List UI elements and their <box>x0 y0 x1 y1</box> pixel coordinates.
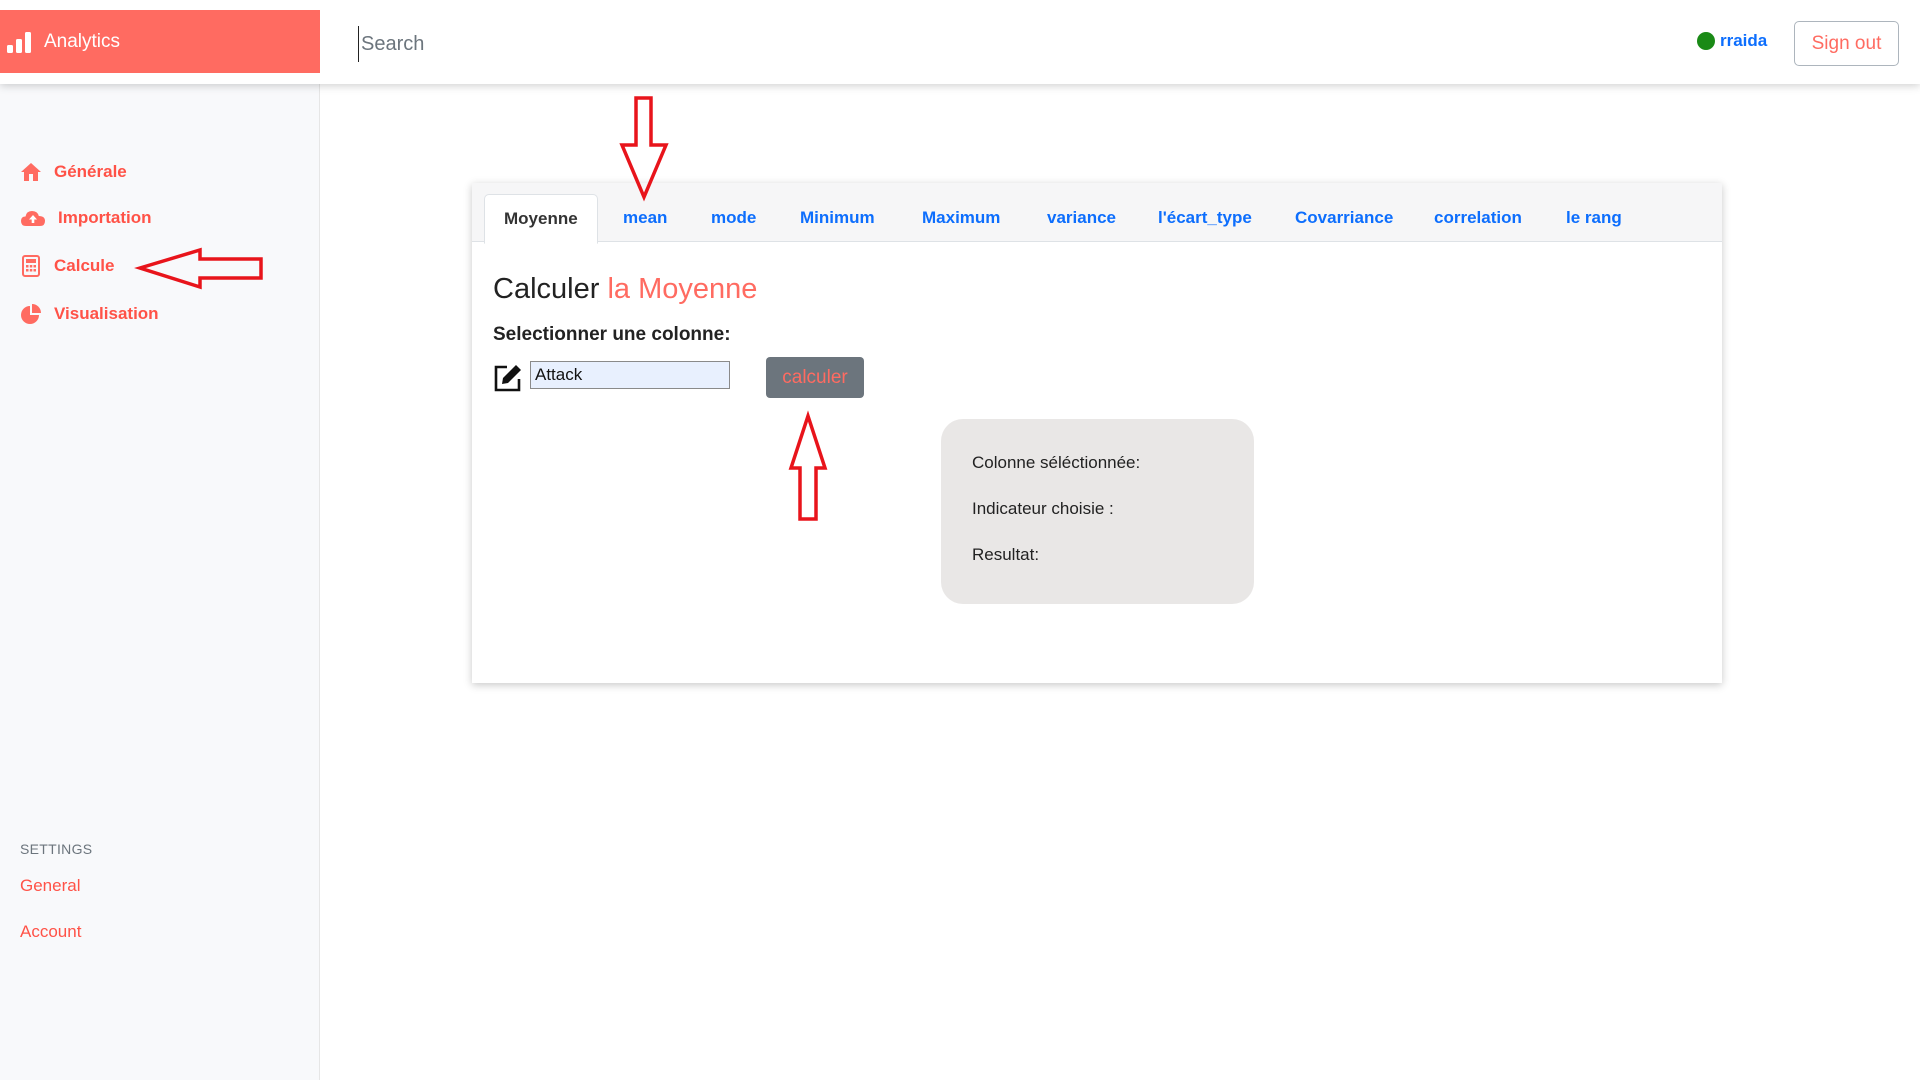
tab-mean[interactable]: mean <box>623 194 667 241</box>
tab-variance[interactable]: variance <box>1047 194 1116 241</box>
sidebar-item-visualisation[interactable]: Visualisation <box>20 303 159 325</box>
result-panel: Colonne séléctionnée: Indicateur choisie… <box>941 419 1254 604</box>
result-value-label: Resultat: <box>972 545 1040 564</box>
tab-minimum[interactable]: Minimum <box>800 194 875 241</box>
column-select-label: Selectionner une colonne: <box>493 324 731 345</box>
sidebar-item-label: Générale <box>54 162 127 181</box>
calculate-button[interactable]: calculer <box>766 357 864 398</box>
bar-chart-icon <box>6 30 32 54</box>
page-title: Calculer la Moyenne <box>493 273 757 306</box>
brand-title: Analytics <box>44 30 121 52</box>
search-input[interactable] <box>358 26 963 62</box>
sidebar-item-generale[interactable]: Générale <box>20 162 127 182</box>
home-icon <box>20 162 42 182</box>
tab-bar: Moyenne mean mode Minimum Maximum varian… <box>472 183 1722 244</box>
sidebar: Générale Importation Calcule Visualisati… <box>0 84 320 1080</box>
column-input[interactable] <box>530 361 730 389</box>
tab-correlation[interactable]: correlation <box>1434 194 1522 241</box>
tab-ecart-type[interactable]: l'écart_type <box>1158 194 1252 241</box>
edit-icon <box>493 363 523 398</box>
tab-mode[interactable]: mode <box>711 194 756 241</box>
username: rraida <box>1720 31 1768 50</box>
online-status-icon <box>1697 32 1715 50</box>
settings-link-account[interactable]: Account <box>20 922 81 942</box>
sidebar-item-label: Visualisation <box>54 304 159 323</box>
calc-card: Moyenne mean mode Minimum Maximum varian… <box>472 183 1722 683</box>
calculator-icon <box>20 255 42 277</box>
settings-link-general[interactable]: General <box>20 876 80 896</box>
title-accent: la Moyenne <box>607 273 758 305</box>
pie-chart-icon <box>20 303 42 325</box>
result-column-label: Colonne séléctionnée: <box>972 453 1141 472</box>
sidebar-item-label: Importation <box>58 208 152 227</box>
result-indicator-label: Indicateur choisie : <box>972 499 1114 518</box>
tab-maximum[interactable]: Maximum <box>922 194 1000 241</box>
sidebar-item-importation[interactable]: Importation <box>20 208 152 228</box>
top-bar: Analytics rraida Sign out <box>0 0 1920 84</box>
brand[interactable]: Analytics <box>0 10 320 73</box>
tab-rang[interactable]: le rang <box>1566 194 1622 241</box>
title-prefix: Calculer <box>493 273 600 305</box>
cloud-upload-icon <box>20 208 46 228</box>
sidebar-item-label: Calcule <box>54 256 115 275</box>
user-status[interactable]: rraida <box>1697 31 1767 51</box>
settings-heading: SETTINGS <box>20 841 93 857</box>
sign-out-button[interactable]: Sign out <box>1794 21 1899 66</box>
tab-moyenne[interactable]: Moyenne <box>484 194 598 244</box>
tab-covariance[interactable]: Covarriance <box>1295 194 1393 241</box>
sidebar-item-calcule[interactable]: Calcule <box>20 255 114 277</box>
